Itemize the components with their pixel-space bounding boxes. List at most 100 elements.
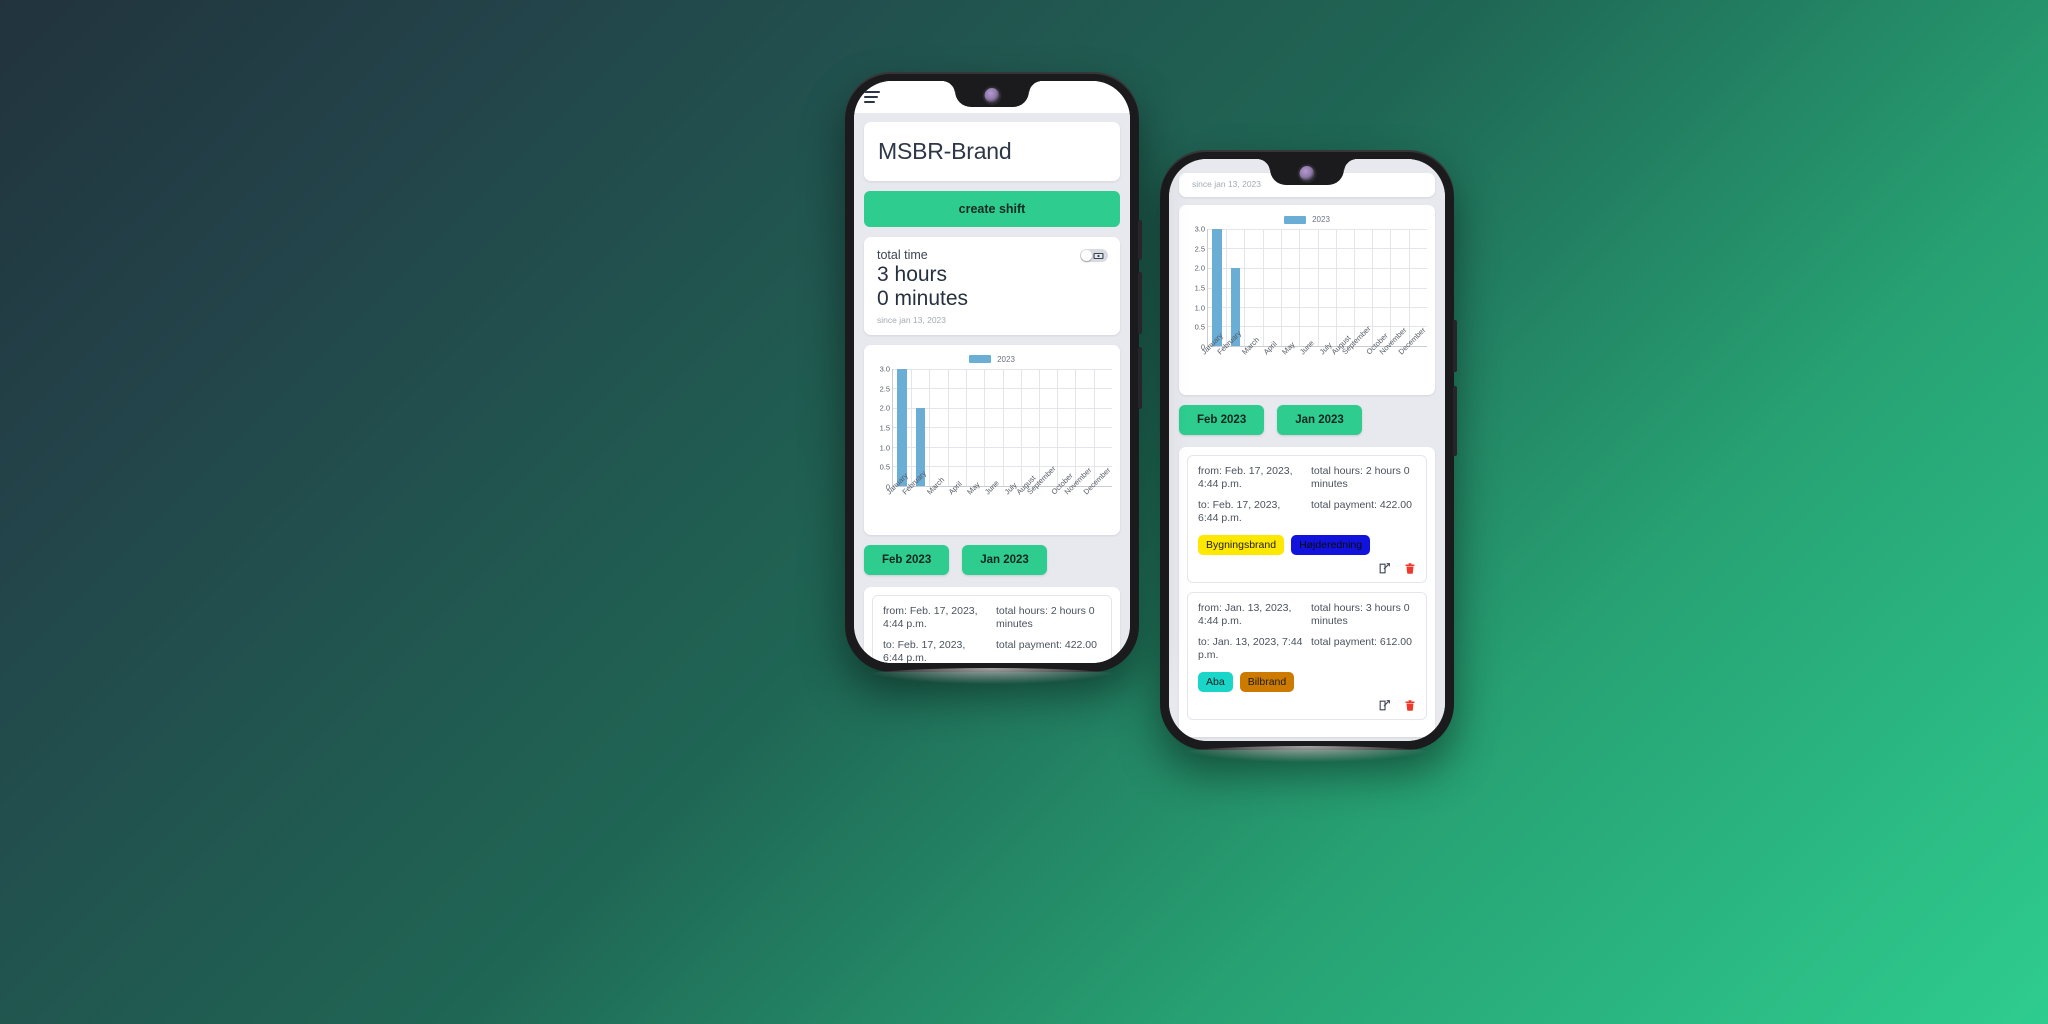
month-button-feb-2023[interactable]: Feb 2023 xyxy=(1179,405,1265,435)
hours-bar-chart: 2023 3.0 2.5 2.0 1.5 1.0 0.5 0 January F… xyxy=(872,355,1113,529)
phone-side-button xyxy=(1138,220,1142,260)
phone-side-button xyxy=(1138,347,1142,409)
chart-y-axis: 3.0 2.5 2.0 1.5 1.0 0.5 0 xyxy=(1187,225,1207,352)
phone-mockup-back: since jan 13, 2023 2023 3.0 2.5 2.0 1.5 … xyxy=(1160,150,1457,762)
shift-to: to: Feb. 17, 2023, 6:44 p.m. xyxy=(883,638,966,663)
shift-total-hours: total hours: 3 hours 0 minutes xyxy=(1311,601,1410,628)
shift-tags: Aba Bilbrand xyxy=(1198,671,1416,692)
shift-card[interactable]: from: Feb. 17, 2023, 4:44 p.m. total hou… xyxy=(872,594,1112,663)
hours-bar-chart: 2023 3.0 2.5 2.0 1.5 1.0 0.5 0 January F… xyxy=(1187,215,1428,389)
tag-bygningsbrand[interactable]: Bygningsbrand xyxy=(1198,534,1285,555)
page-title: MSBR-Brand xyxy=(878,138,1012,164)
y-tick: 1.0 xyxy=(1194,303,1205,313)
trash-icon[interactable] xyxy=(1404,562,1416,575)
create-shift-button[interactable]: create shift xyxy=(864,191,1120,227)
shift-from: from: Feb. 17, 2023, 4:44 p.m. xyxy=(883,604,978,631)
bar-slot xyxy=(1003,369,1021,486)
front-camera xyxy=(984,88,1000,103)
phone-side-button xyxy=(1453,320,1457,372)
y-tick: 1.5 xyxy=(879,423,890,433)
month-button-feb-2023[interactable]: Feb 2023 xyxy=(864,544,950,575)
bar-slot xyxy=(966,369,984,486)
phone-side-button xyxy=(1138,272,1142,334)
payment-toggle[interactable] xyxy=(1080,249,1108,262)
y-tick: 1.0 xyxy=(879,443,890,453)
chart-plot xyxy=(1207,229,1427,347)
front-camera xyxy=(1299,166,1315,181)
brand-title-card: MSBR-Brand xyxy=(864,122,1120,181)
chart-plot-area: 3.0 2.5 2.0 1.5 1.0 0.5 0 xyxy=(1187,225,1427,352)
tag-bilbrand[interactable]: Bilbrand xyxy=(1239,671,1295,692)
bar-slot xyxy=(1021,369,1039,486)
chart-plot-area: 3.0 2.5 2.0 1.5 1.0 0.5 0 xyxy=(872,364,1112,491)
hamburger-icon[interactable] xyxy=(864,91,880,103)
edit-icon[interactable] xyxy=(1378,562,1391,575)
bar-slot xyxy=(1263,229,1281,346)
app-scroll-back[interactable]: since jan 13, 2023 2023 3.0 2.5 2.0 1.5 … xyxy=(1169,159,1445,737)
total-time-card: total time 3 hours 0 minutes since jan 1… xyxy=(864,237,1120,335)
shift-card[interactable]: from: Feb. 17, 2023, 4:44 p.m. total hou… xyxy=(1187,455,1427,583)
chart-legend: 2023 xyxy=(872,355,1112,364)
chart-legend: 2023 xyxy=(1187,215,1427,224)
y-tick: 1.5 xyxy=(1194,283,1205,293)
bar-slot xyxy=(1336,229,1354,346)
y-tick: 3.0 xyxy=(879,364,890,374)
month-filter-row: Feb 2023 Jan 2023 xyxy=(1179,405,1435,435)
hours-bar-chart-card: 2023 3.0 2.5 2.0 1.5 1.0 0.5 0 January F… xyxy=(1179,205,1435,395)
total-time-since: since jan 13, 2023 xyxy=(877,314,946,325)
bar-slot xyxy=(984,369,1002,486)
legend-swatch-2023 xyxy=(1284,215,1307,224)
chart-bars xyxy=(893,368,1112,486)
month-filter-row: Feb 2023 Jan 2023 xyxy=(864,544,1120,575)
bar-slot xyxy=(893,368,911,486)
bar-slot xyxy=(1208,229,1226,346)
shift-to: to: Feb. 17, 2023, 6:44 p.m. xyxy=(1198,498,1281,525)
phone-bezel-front: MSBR-Brand create shift total time 3 hou… xyxy=(854,81,1130,663)
shift-list: from: Feb. 17, 2023, 4:44 p.m. total hou… xyxy=(1179,447,1435,737)
bar-slot xyxy=(1299,229,1317,346)
legend-swatch-2023 xyxy=(969,355,992,364)
legend-label-2023: 2023 xyxy=(1312,215,1330,224)
total-time-minutes: 0 minutes xyxy=(877,287,969,311)
trash-icon[interactable] xyxy=(1404,699,1416,712)
hours-bar-chart-card: 2023 3.0 2.5 2.0 1.5 1.0 0.5 0 January F… xyxy=(864,344,1120,535)
y-tick: 2.5 xyxy=(1194,244,1205,254)
y-tick: 2.0 xyxy=(1194,263,1205,273)
chart-plot xyxy=(892,368,1112,487)
month-button-jan-2023[interactable]: Jan 2023 xyxy=(962,544,1047,575)
legend-label-2023: 2023 xyxy=(997,354,1015,364)
chart-y-axis: 3.0 2.5 2.0 1.5 1.0 0.5 0 xyxy=(872,364,892,491)
app-scroll-front[interactable]: MSBR-Brand create shift total time 3 hou… xyxy=(854,113,1130,663)
phone-mockup-front: MSBR-Brand create shift total time 3 hou… xyxy=(845,72,1142,684)
bar-slot xyxy=(930,369,948,486)
bar-slot xyxy=(948,369,966,486)
app-screen-back: since jan 13, 2023 2023 3.0 2.5 2.0 1.5 … xyxy=(1169,159,1445,741)
money-icon xyxy=(1093,252,1104,259)
total-time-label: total time xyxy=(877,248,928,262)
y-tick: 2.0 xyxy=(879,403,890,413)
bar-slot xyxy=(1057,369,1075,486)
shift-tags: Bygningsbrand Højderedning xyxy=(1198,534,1416,555)
phone-side-button xyxy=(1453,386,1457,456)
bar-january xyxy=(1212,229,1222,346)
shift-total-hours: total hours: 2 hours 0 minutes xyxy=(1311,465,1410,491)
bar-slot xyxy=(1245,229,1263,346)
shift-list: from: Feb. 17, 2023, 4:44 p.m. total hou… xyxy=(864,586,1120,663)
shift-actions xyxy=(1198,562,1416,575)
bar-slot xyxy=(1281,229,1299,346)
month-button-jan-2023[interactable]: Jan 2023 xyxy=(1277,405,1362,435)
y-tick: 2.5 xyxy=(879,384,890,394)
edit-icon[interactable] xyxy=(1378,699,1391,712)
y-tick: 0.5 xyxy=(1194,322,1205,332)
y-tick: 0.5 xyxy=(879,462,890,472)
shift-card[interactable]: from: Jan. 13, 2023, 4:44 p.m. total hou… xyxy=(1187,591,1427,720)
bar-slot xyxy=(1372,229,1390,346)
phone-bezel-back: since jan 13, 2023 2023 3.0 2.5 2.0 1.5 … xyxy=(1169,159,1445,741)
tag-hojderedning[interactable]: Højderedning xyxy=(1291,534,1371,555)
shift-total-payment: total payment: 422.00 xyxy=(1311,498,1412,511)
bar-january xyxy=(897,368,907,486)
shift-from: from: Feb. 17, 2023, 4:44 p.m. xyxy=(1198,465,1293,491)
total-time-hours: 3 hours xyxy=(877,263,948,286)
tag-aba[interactable]: Aba xyxy=(1198,671,1233,692)
shift-total-payment: total payment: 422.00 xyxy=(996,638,1097,651)
